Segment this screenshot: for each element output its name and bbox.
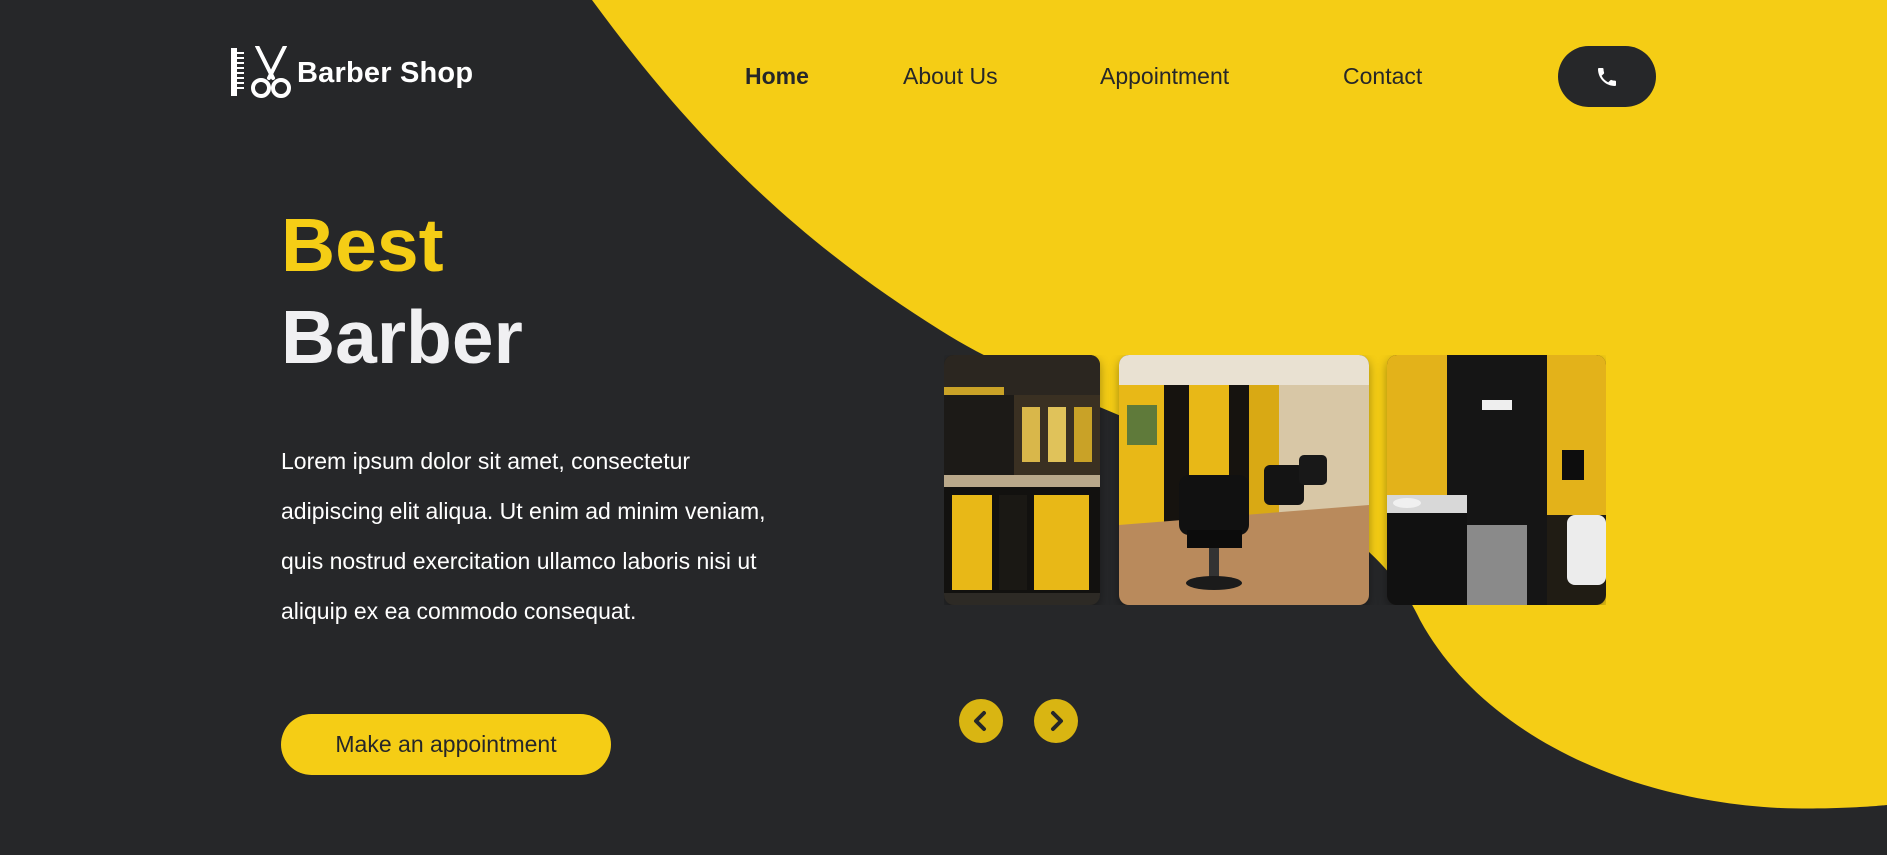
image-carousel — [944, 355, 1606, 605]
site-header: Barber Shop Home About Us Appointment Co… — [0, 0, 1887, 150]
make-appointment-button[interactable]: Make an appointment — [281, 714, 611, 775]
carousel-prev-button[interactable] — [959, 699, 1003, 743]
hero-title: Best Barber — [281, 208, 523, 375]
nav-about-us[interactable]: About Us — [903, 58, 998, 94]
barbershop-reception-image — [944, 355, 1100, 605]
nav-home[interactable]: Home — [745, 58, 809, 94]
nav-contact[interactable]: Contact — [1343, 58, 1422, 94]
nav-appointment[interactable]: Appointment — [1100, 58, 1229, 94]
restroom-image — [1387, 355, 1606, 605]
hero-title-line2: Barber — [281, 295, 523, 379]
phone-button[interactable] — [1558, 46, 1656, 107]
carousel-next-button[interactable] — [1034, 699, 1078, 743]
chevron-right-icon — [1051, 711, 1063, 731]
phone-icon — [1598, 67, 1616, 86]
barber-chairs-image — [1119, 355, 1369, 605]
hero-title-line1: Best — [281, 203, 444, 287]
hero-description: Lorem ipsum dolor sit amet, consectetur … — [281, 448, 766, 624]
chevron-left-icon — [974, 711, 986, 731]
